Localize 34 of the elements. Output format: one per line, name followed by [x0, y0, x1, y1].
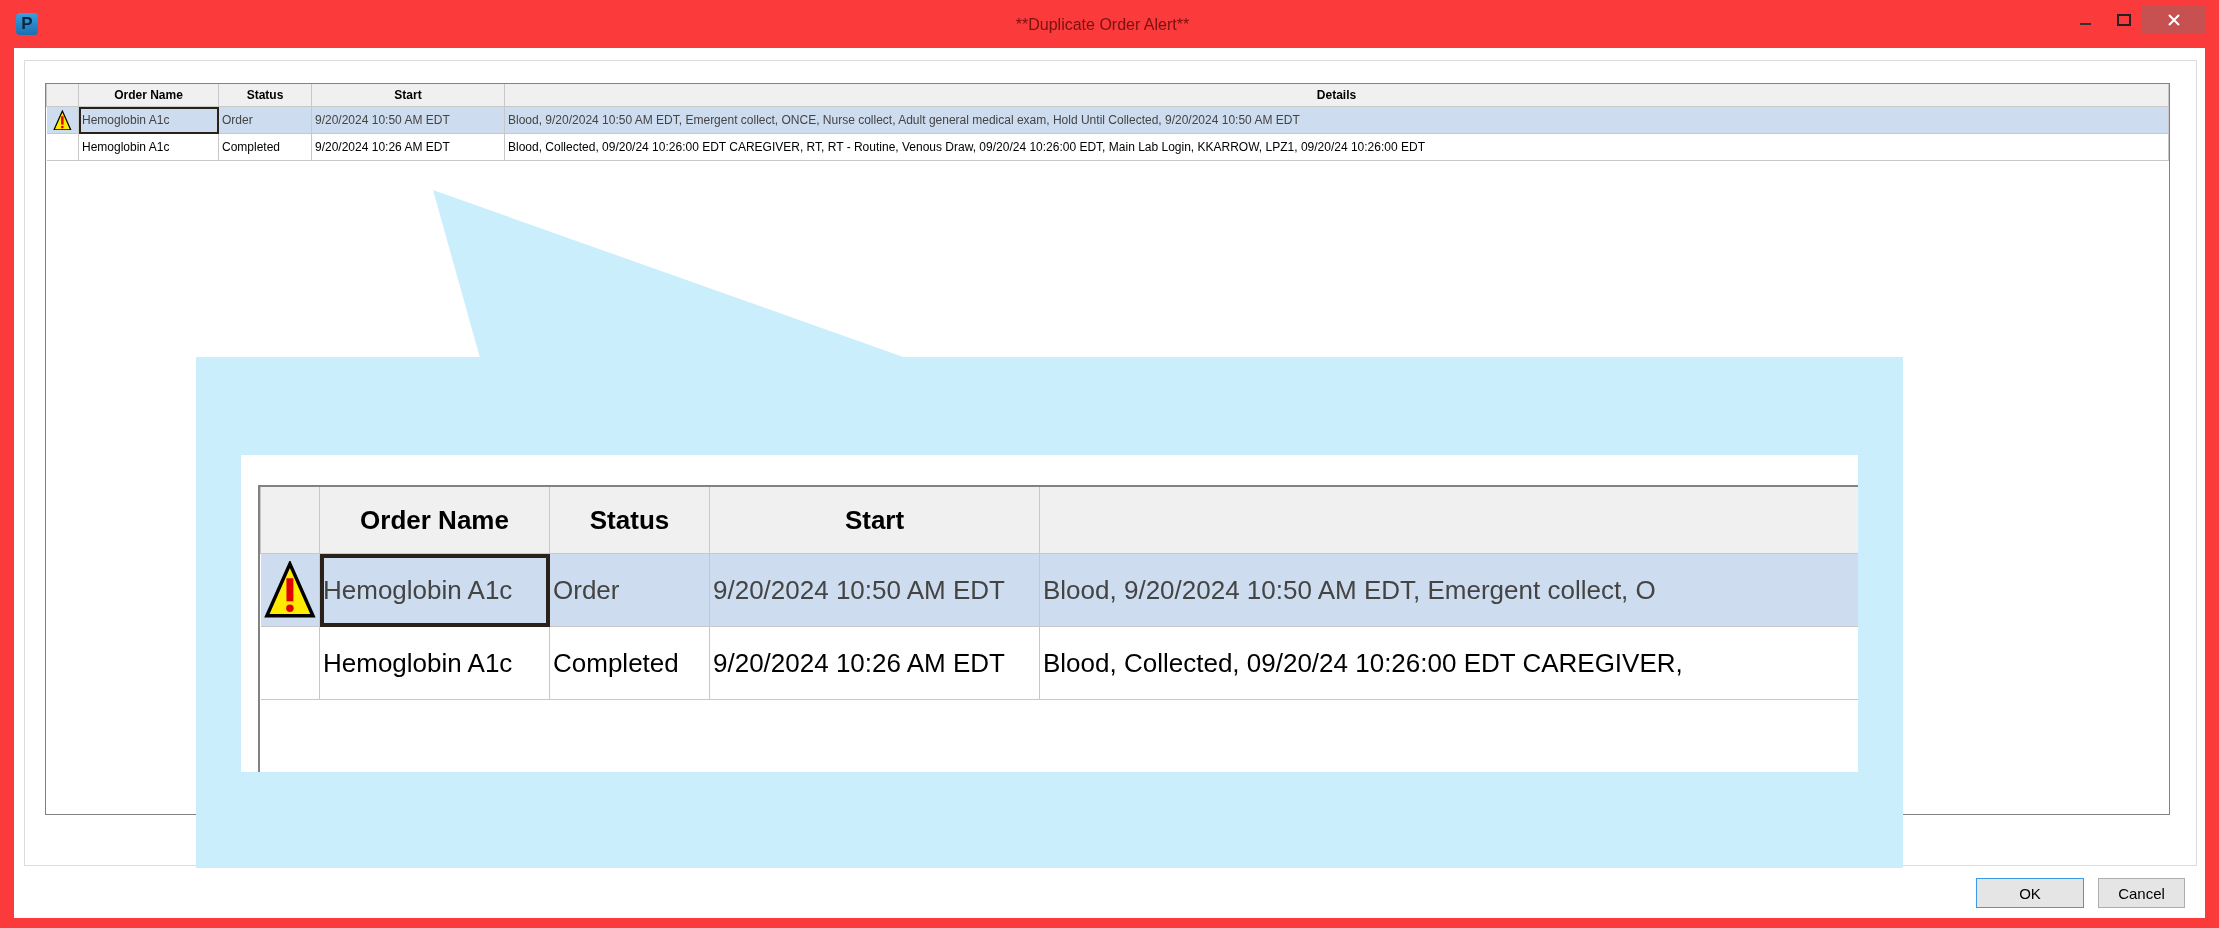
table-cell: 9/20/2024 10:50 AM EDT — [315, 113, 450, 127]
table-cell: Blood, Collected, 09/20/24 10:26:00 EDT CAREGIVER, RT, RT - Routine, Venous Draw, 09/20/24 10:26:00 EDT, Main Lab Login, KKARROW, LPZ1, 09/20/24 10:26:00 EDT — [508, 140, 1425, 154]
table-cell: Hemoglobin A1c — [319, 553, 550, 627]
header-cell — [260, 487, 320, 554]
table-cell: Blood, Collected, 09/20/24 10:26:00 EDT CAREGIVER, — [1043, 647, 1683, 678]
table-cell: Hemoglobin A1c — [78, 106, 219, 134]
table-cell: Order — [222, 113, 253, 127]
table-cell: Completed — [222, 140, 281, 154]
table-cell: 9/20/2024 10:26 AM EDT — [315, 140, 450, 154]
window-title: **Duplicate Order Alert** — [1014, 16, 1191, 34]
table-cell: Hemoglobin A1c — [319, 626, 550, 700]
column-header[interactable]: Start — [709, 487, 1040, 554]
header-cell — [46, 84, 79, 107]
column-header[interactable]: Start — [311, 84, 505, 107]
close-icon[interactable] — [2142, 6, 2205, 33]
column-header[interactable]: Status — [549, 487, 710, 554]
table-cell: Blood, 9/20/2024 10:50 AM EDT, Emergent collect, O — [1043, 574, 1656, 605]
table-row[interactable] — [46, 133, 2169, 161]
table-row[interactable]: Hemoglobin A1c Completed 9/20/2024 10:26 AM EDT Blood, Collected, 09/20/24 10:26:00 EDT CAREGIVER, — [260, 626, 1858, 700]
table-cell: 9/20/2024 10:26 AM EDT — [713, 647, 1005, 678]
column-header[interactable]: Order Name — [78, 84, 219, 107]
table-cell: Blood, 9/20/2024 10:50 AM EDT, Emergent collect, ONCE, Nurse collect, Adult general medical exam, Hold Until Collected, 9/20/2024 10:50 AM EDT — [508, 113, 1300, 127]
table-row[interactable]: Hemoglobin A1c Order 9/20/2024 10:50 AM EDT Blood, 9/20/2024 10:50 AM EDT, Emergent collect, ONCE, Nurse collect, Adult general medical exam, Hold Until Collected, 9/20/2024 10:50 AM EDT — [46, 106, 2169, 134]
table-cell: Order — [553, 574, 620, 605]
column-header[interactable]: Order Name — [319, 487, 550, 554]
cancel-button[interactable]: Cancel — [2098, 878, 2185, 908]
table-cell: Hemoglobin A1c — [78, 133, 219, 161]
table-row[interactable]: Hemoglobin A1c Order 9/20/2024 10:50 AM EDT Blood, 9/20/2024 10:50 AM EDT, Emergent collect, O — [260, 553, 1858, 627]
ok-button[interactable]: OK — [1976, 878, 2084, 908]
column-header[interactable]: Status — [218, 84, 312, 107]
table-cell: Completed — [553, 647, 679, 678]
column-header[interactable]: Details — [504, 84, 2169, 107]
table-cell: 9/20/2024 10:50 AM EDT — [713, 574, 1005, 605]
app-icon: P — [16, 13, 38, 35]
